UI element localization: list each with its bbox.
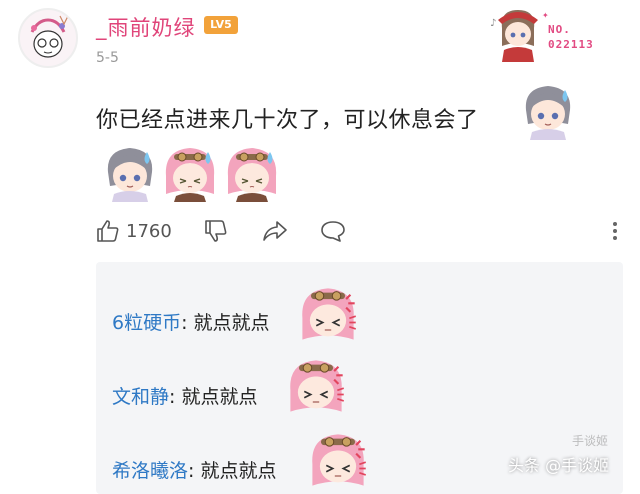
share-icon <box>263 221 287 241</box>
reply-text: : 就点就点 <box>188 460 277 482</box>
post-date: 5-5 <box>96 50 119 66</box>
watermark: 头条 @手谈姬 <box>508 456 610 475</box>
watermark-faint: 手谈姬 <box>572 434 609 448</box>
svg-text:✦: ✦ <box>542 11 549 20</box>
action-bar: 1760 <box>96 214 626 248</box>
reply-item[interactable]: 文和静: 就点就点 <box>112 382 257 409</box>
username[interactable]: _雨前奶绿 <box>96 12 196 42</box>
thumbs-up-icon <box>97 220 119 242</box>
reply-author[interactable]: 希洛曦洛 <box>112 460 188 482</box>
reply-author[interactable]: 文和静 <box>112 386 169 408</box>
sticker-gray-sweat-icon <box>100 142 160 202</box>
avatar-frame-decoration: ♪ ✦ <box>488 6 552 62</box>
thumbs-down-icon <box>205 220 227 242</box>
svg-text:♪: ♪ <box>490 18 496 29</box>
level-badge: LV5 <box>204 16 238 34</box>
like-button[interactable]: 1760 <box>96 214 172 248</box>
reply-item[interactable]: 6粒硬币: 就点就点 <box>112 308 270 335</box>
reply-text: : 就点就点 <box>181 312 270 334</box>
share-button[interactable] <box>262 214 288 248</box>
like-count: 1760 <box>126 220 172 242</box>
comment-button[interactable] <box>320 214 346 248</box>
sticker-pink-angry-icon <box>306 428 370 492</box>
reply-author[interactable]: 6粒硬币 <box>112 312 181 334</box>
sticker-gray-sweat-icon <box>518 80 578 140</box>
reply-text: : 就点就点 <box>169 386 258 408</box>
dislike-button[interactable] <box>204 214 228 248</box>
more-icon <box>613 222 617 240</box>
sticker-pink-sweat-icon <box>160 142 220 202</box>
reply-item[interactable]: 希洛曦洛: 就点就点 <box>112 456 276 483</box>
comment-icon <box>321 221 345 242</box>
post-content: 你已经点进来几十次了，可以休息会了 <box>96 108 479 133</box>
sticker-pink-sweat-icon <box>222 142 282 202</box>
sticker-pink-angry-icon <box>284 354 348 418</box>
user-avatar[interactable] <box>18 8 78 68</box>
sticker-pink-angry-icon <box>296 282 360 346</box>
more-button[interactable] <box>612 220 618 242</box>
badge-number: NO. 022113 <box>548 23 594 51</box>
